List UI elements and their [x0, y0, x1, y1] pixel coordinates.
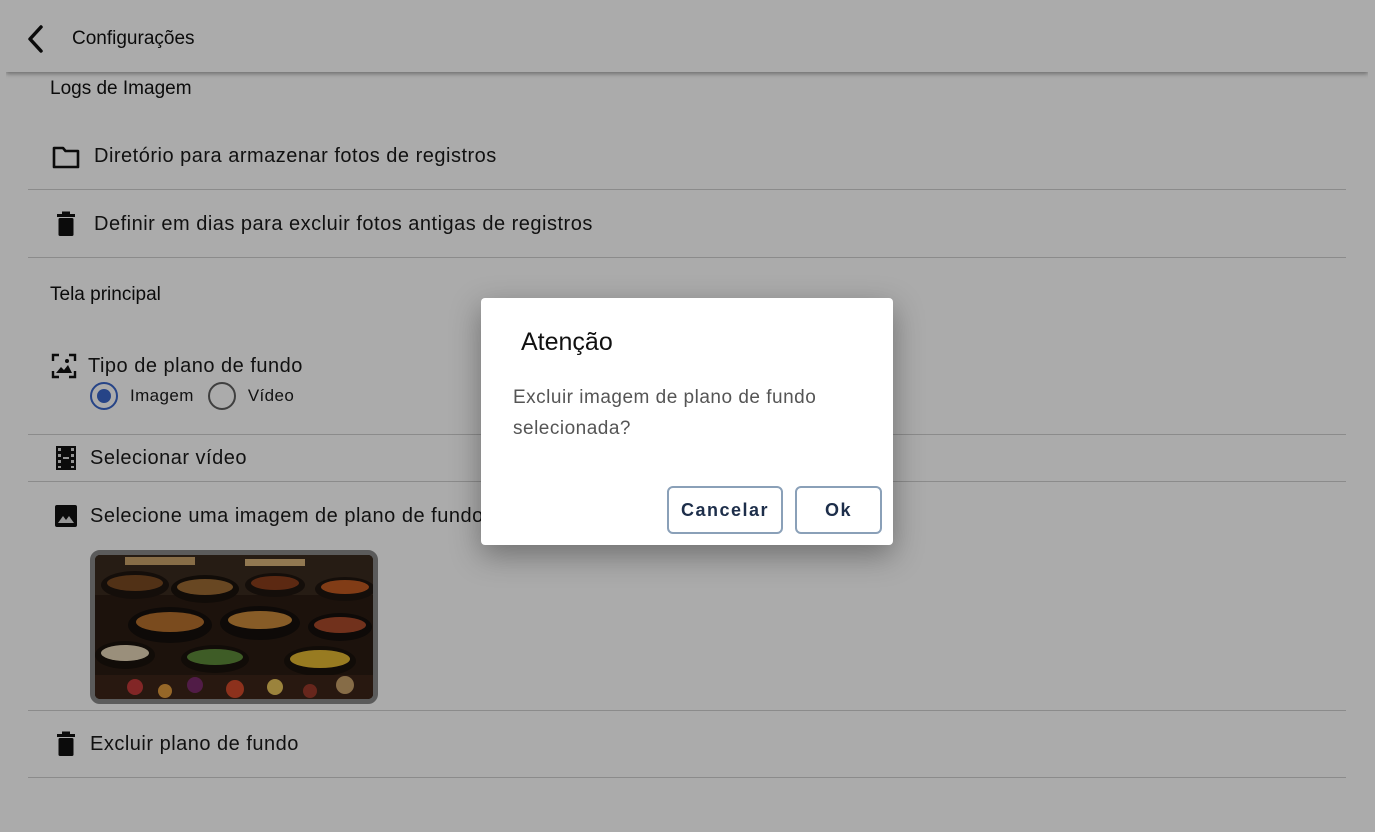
ok-button[interactable]: Ok	[795, 486, 882, 534]
confirm-dialog: Atenção Excluir imagem de plano de fundo…	[481, 298, 893, 545]
dialog-message: Excluir imagem de plano de fundo selecio…	[513, 387, 817, 439]
cancel-button[interactable]: Cancelar	[667, 486, 783, 534]
dialog-title: Atenção	[521, 328, 613, 356]
